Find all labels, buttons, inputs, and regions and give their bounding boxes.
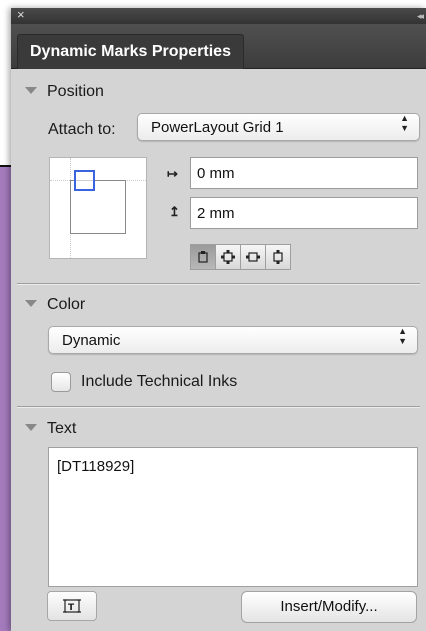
attach-to-value: PowerLayout Grid 1 bbox=[151, 119, 284, 136]
horizontal-offset-icon: ↦ bbox=[167, 166, 178, 181]
mark-text-content: [DT118929] bbox=[57, 458, 135, 475]
position-header-label: Position bbox=[47, 83, 104, 100]
disclosure-triangle-icon[interactable] bbox=[25, 87, 37, 94]
color-dropdown[interactable]: Dynamic ▲ ▼ bbox=[48, 326, 418, 354]
tab-dynamic-marks-properties[interactable]: Dynamic Marks Properties bbox=[17, 34, 244, 69]
color-value: Dynamic bbox=[62, 332, 121, 349]
text-section-header[interactable]: Text bbox=[25, 418, 76, 440]
align-outside-horizontal-button[interactable] bbox=[240, 244, 266, 270]
attach-to-label: Attach to: bbox=[48, 121, 116, 138]
include-technical-inks-label[interactable]: Include Technical Inks bbox=[81, 372, 237, 392]
align-outside-all-icon bbox=[221, 250, 235, 264]
y-offset-field[interactable] bbox=[190, 197, 418, 229]
color-section-header[interactable]: Color bbox=[25, 294, 85, 316]
position-preview[interactable] bbox=[49, 157, 147, 259]
text-header-label: Text bbox=[47, 420, 77, 437]
disclosure-triangle-icon[interactable] bbox=[25, 424, 37, 431]
dropdown-arrows-icon: ▲ ▼ bbox=[398, 326, 407, 346]
align-outside-vertical-button[interactable] bbox=[265, 244, 291, 270]
alignment-button-group bbox=[190, 244, 291, 272]
position-section-header[interactable]: Position bbox=[25, 81, 104, 103]
align-outside-all-button[interactable] bbox=[215, 244, 241, 270]
section-divider bbox=[17, 406, 420, 408]
insert-modify-button[interactable]: Insert/Modify... bbox=[241, 591, 417, 623]
dynamic-marks-panel: × ◂◂ Dynamic Marks Properties Position A… bbox=[11, 7, 426, 631]
insert-variable-icon: T bbox=[63, 599, 81, 613]
align-outside-vertical-icon bbox=[273, 250, 283, 264]
x-offset-field[interactable] bbox=[190, 157, 418, 189]
include-technical-inks-checkbox[interactable] bbox=[51, 372, 71, 392]
insert-variable-button[interactable]: T bbox=[47, 591, 97, 621]
mark-text-area[interactable]: [DT118929] bbox=[48, 447, 418, 587]
attach-to-dropdown[interactable]: PowerLayout Grid 1 ▲ ▼ bbox=[137, 113, 420, 141]
color-header-label: Color bbox=[47, 296, 86, 313]
panel-tab-bar: Dynamic Marks Properties bbox=[11, 24, 426, 69]
close-icon[interactable]: × bbox=[17, 7, 25, 23]
collapse-icon[interactable]: ◂◂ bbox=[417, 8, 424, 24]
dropdown-arrows-icon: ▲ ▼ bbox=[400, 113, 409, 133]
align-center-icon bbox=[198, 251, 208, 263]
vertical-offset-icon: ↥ bbox=[169, 204, 180, 219]
section-divider bbox=[17, 283, 420, 285]
panel-titlebar[interactable]: × ◂◂ bbox=[11, 7, 426, 24]
disclosure-triangle-icon[interactable] bbox=[25, 300, 37, 307]
align-outside-horizontal-icon bbox=[246, 252, 260, 262]
preview-mark-handle[interactable] bbox=[74, 170, 95, 191]
align-center-button[interactable] bbox=[190, 244, 216, 270]
svg-text:T: T bbox=[68, 603, 75, 613]
